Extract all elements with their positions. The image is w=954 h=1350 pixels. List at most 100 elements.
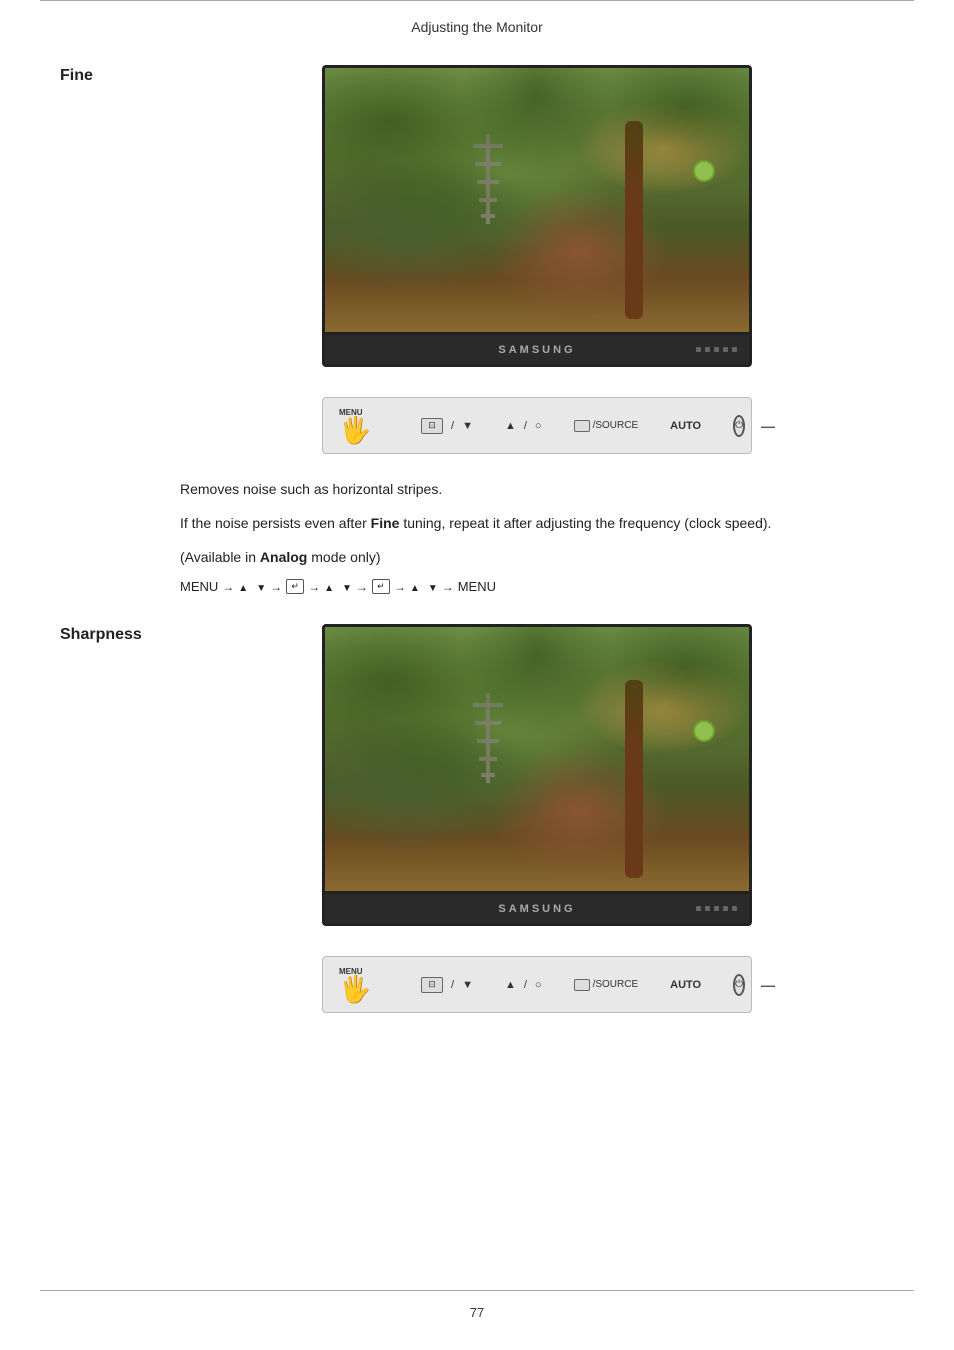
monitor-controls-right-1: [696, 347, 737, 352]
monitor-controls-right-2: [696, 906, 737, 911]
cp-power-icon-1: ⏻: [735, 420, 743, 431]
fine-desc-2-bold: Fine: [371, 515, 400, 531]
fine-monitor-wrapper: SAMSUNG: [180, 65, 894, 383]
cp-auto-label-s1: AUTO: [670, 979, 701, 991]
sharpness-heading: Sharpness: [60, 626, 180, 644]
dot-s3: [714, 906, 719, 911]
dot1: [696, 347, 701, 352]
cp-source-label-1: /SOURCE: [593, 420, 639, 431]
nav-menu-end: MENU: [458, 579, 496, 594]
cp-minus-1: —: [761, 418, 775, 434]
cp-btn-group-s1: ⊡ / ▼: [421, 977, 473, 993]
bottom-area: 77: [0, 1290, 954, 1320]
lantern-green-2: [693, 720, 715, 742]
page-title-bar: Adjusting the Monitor: [40, 0, 914, 45]
cp-circle-s1: ○: [535, 979, 542, 991]
sharpness-label-col: Sharpness: [60, 624, 180, 660]
cp-btn-group-1: ⊡ / ▼: [421, 418, 473, 434]
cp-source-btn-1[interactable]: /SOURCE: [574, 420, 639, 432]
dot4: [723, 347, 728, 352]
dot-s2: [705, 906, 710, 911]
fine-label-col: Fine: [60, 65, 180, 101]
fine-monitor-base: SAMSUNG: [322, 335, 752, 367]
cp-box-btn-s1[interactable]: ⊡: [421, 977, 443, 993]
sharpness-monitor-wrapper: SAMSUNG: [180, 624, 894, 942]
foliage-overlay-1: [325, 68, 749, 332]
page-title: Adjusting the Monitor: [411, 19, 543, 35]
cp-circle-1: ○: [535, 420, 542, 432]
nav-arrow-6: →: [442, 580, 454, 594]
cp-down-arrow-1: ▼: [462, 420, 473, 432]
dot-s5: [732, 906, 737, 911]
cp-up-arrow-1: ▲: [505, 420, 516, 432]
cp-menu-area-1: MENU 🖐: [339, 408, 389, 443]
cp-menu-area-2: MENU 🖐: [339, 967, 389, 1002]
nav-down-3: [428, 579, 438, 594]
nav-up-3: [410, 579, 420, 594]
fine-desc-block: Removes noise such as horizontal stripes…: [180, 478, 880, 569]
fine-monitor-image: SAMSUNG: [322, 65, 752, 367]
dot-s4: [723, 906, 728, 911]
sharpness-monitor-base: SAMSUNG: [322, 894, 752, 926]
monitor-brand-1: SAMSUNG: [498, 344, 575, 356]
cp-source-label-s1: /SOURCE: [593, 979, 639, 990]
fine-desc-3-bold: Analog: [260, 549, 307, 565]
nav-arrow-1: →: [222, 580, 234, 594]
cp-auto-label-1: AUTO: [670, 420, 701, 432]
cp-power-btn-1[interactable]: ⏻: [733, 415, 745, 437]
cp-source-icon-s1: [574, 979, 590, 991]
cp-power-btn-s1[interactable]: ⏻: [733, 974, 745, 996]
cp-up-arrow-s1: ▲: [505, 979, 516, 991]
nav-down-2: [342, 579, 352, 594]
fine-monitor-screen: [322, 65, 752, 335]
cp-down-arrow-s1: ▼: [462, 979, 473, 991]
fine-desc-2-pre: If the noise persists even after: [180, 515, 367, 531]
content-area: Fine: [0, 45, 954, 1053]
nav-arrow-2: →: [270, 580, 282, 594]
nav-arrow-4: →: [356, 580, 368, 594]
dot5: [732, 347, 737, 352]
cp-slash-2: /: [524, 420, 527, 432]
nav-enter-1: ↵: [286, 579, 304, 594]
fine-desc-3-post: mode only): [311, 549, 380, 565]
nav-arrow-3: →: [308, 580, 320, 594]
nav-arrow-5: →: [394, 580, 406, 594]
page-number: 77: [0, 1291, 954, 1320]
cp-minus-s1: —: [761, 977, 775, 993]
sharpness-monitor-screen: [322, 624, 752, 894]
cp-source-btn-s1[interactable]: /SOURCE: [574, 979, 639, 991]
cp-btn-group-2: ▲ / ○: [505, 420, 542, 432]
cp-slash-s1: /: [451, 979, 454, 991]
nav-up-2: [324, 579, 334, 594]
fine-heading: Fine: [60, 67, 180, 85]
dot3: [714, 347, 719, 352]
fine-nav-path: MENU → → ↵ → → ↵ → → MENU: [180, 579, 894, 594]
sharpness-control-panel: MENU 🖐 ⊡ / ▼ ▲ / ○: [322, 956, 752, 1013]
sharpness-section: Sharpness: [60, 624, 894, 1013]
cp-box-btn-1[interactable]: ⊡: [421, 418, 443, 434]
monitor-brand-2: SAMSUNG: [498, 903, 575, 915]
cp-slash-s2: /: [524, 979, 527, 991]
nav-up-1: [238, 579, 248, 594]
fine-desc-3: (Available in Analog mode only): [180, 546, 880, 570]
sharpness-content-col: SAMSUNG ME: [180, 624, 894, 1013]
sharpness-monitor-image: SAMSUNG: [322, 624, 752, 926]
cp-btn-group-s2: ▲ / ○: [505, 979, 542, 991]
cp-source-icon-1: [574, 420, 590, 432]
fine-desc-2-cont: tuning, repeat it after adjusting the fr…: [403, 515, 771, 531]
fine-control-panel: MENU 🖐 ⊡ / ▼ ▲ / ○: [322, 397, 752, 454]
cp-power-icon-s1: ⏻: [735, 979, 743, 990]
nav-enter-2: ↵: [372, 579, 390, 594]
fine-desc-1: Removes noise such as horizontal stripes…: [180, 478, 880, 502]
cp-slash-1: /: [451, 420, 454, 432]
fine-desc-2: If the noise persists even after Fine tu…: [180, 512, 880, 536]
dot2: [705, 347, 710, 352]
nav-menu-start: MENU: [180, 579, 218, 594]
fine-section: Fine: [60, 65, 894, 454]
nav-down-1: [256, 579, 266, 594]
foliage-overlay-2: [325, 627, 749, 891]
fine-content-col: SAMSUNG ME: [180, 65, 894, 454]
page-container: Adjusting the Monitor Fine: [0, 0, 954, 1350]
fine-desc-3-pre: (Available in: [180, 549, 256, 565]
dot-s1: [696, 906, 701, 911]
